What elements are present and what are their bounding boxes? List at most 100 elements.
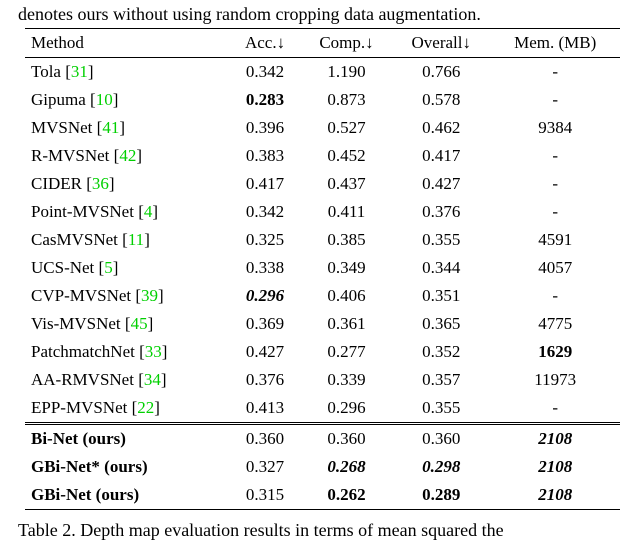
col-overall: Overall↓ bbox=[392, 28, 490, 57]
mem-cell: 4775 bbox=[490, 310, 620, 338]
comp-cell: 0.360 bbox=[301, 423, 392, 453]
citation-link[interactable]: 36 bbox=[92, 174, 109, 193]
overall-cell: 0.355 bbox=[392, 226, 490, 254]
citation-link[interactable]: 45 bbox=[131, 314, 148, 333]
overall-cell: 0.376 bbox=[392, 198, 490, 226]
acc-cell: 0.342 bbox=[229, 57, 301, 86]
mem-cell: - bbox=[490, 57, 620, 86]
table-row-ours: Bi-Net (ours)0.3600.3600.3602108 bbox=[25, 423, 620, 453]
acc-cell: 0.417 bbox=[229, 170, 301, 198]
table-row: CasMVSNet [11]0.3250.3850.3554591 bbox=[25, 226, 620, 254]
citation-link[interactable]: 10 bbox=[96, 90, 113, 109]
overall-cell: 0.417 bbox=[392, 142, 490, 170]
acc-cell: 0.376 bbox=[229, 366, 301, 394]
method-cell: Gipuma [10] bbox=[25, 86, 229, 114]
table-row-ours: GBi-Net (ours)0.3150.2620.2892108 bbox=[25, 481, 620, 510]
method-cell: Point-MVSNet [4] bbox=[25, 198, 229, 226]
overall-cell: 0.344 bbox=[392, 254, 490, 282]
method-cell: UCS-Net [5] bbox=[25, 254, 229, 282]
table-row: Point-MVSNet [4]0.3420.4110.376- bbox=[25, 198, 620, 226]
overall-cell: 0.351 bbox=[392, 282, 490, 310]
acc-cell: 0.296 bbox=[229, 282, 301, 310]
table-header-row: Method Acc.↓ Comp.↓ Overall↓ Mem. (MB) bbox=[25, 28, 620, 57]
acc-cell: 0.427 bbox=[229, 338, 301, 366]
overall-cell: 0.289 bbox=[392, 481, 490, 510]
caption-prefix: Table 2. bbox=[18, 520, 80, 540]
acc-cell: 0.369 bbox=[229, 310, 301, 338]
acc-cell: 0.396 bbox=[229, 114, 301, 142]
table-caption: Table 2. Depth map evaluation results in… bbox=[0, 510, 640, 541]
acc-cell: 0.315 bbox=[229, 481, 301, 510]
citation-link[interactable]: 42 bbox=[119, 146, 136, 165]
overall-cell: 0.357 bbox=[392, 366, 490, 394]
mem-cell: - bbox=[490, 198, 620, 226]
citation-link[interactable]: 31 bbox=[71, 62, 88, 81]
method-cell: CIDER [36] bbox=[25, 170, 229, 198]
mem-cell: 11973 bbox=[490, 366, 620, 394]
col-method: Method bbox=[25, 28, 229, 57]
table-row: R-MVSNet [42]0.3830.4520.417- bbox=[25, 142, 620, 170]
overall-cell: 0.298 bbox=[392, 453, 490, 481]
comp-cell: 0.385 bbox=[301, 226, 392, 254]
comp-cell: 0.268 bbox=[301, 453, 392, 481]
comp-cell: 0.296 bbox=[301, 394, 392, 424]
results-table: Method Acc.↓ Comp.↓ Overall↓ Mem. (MB) T… bbox=[25, 28, 620, 510]
citation-link[interactable]: 33 bbox=[145, 342, 162, 361]
method-cell: R-MVSNet [42] bbox=[25, 142, 229, 170]
table-row: Gipuma [10]0.2830.8730.578- bbox=[25, 86, 620, 114]
overall-cell: 0.352 bbox=[392, 338, 490, 366]
overall-cell: 0.365 bbox=[392, 310, 490, 338]
comp-cell: 0.361 bbox=[301, 310, 392, 338]
method-cell: Vis-MVSNet [45] bbox=[25, 310, 229, 338]
table-row: Vis-MVSNet [45]0.3690.3610.3654775 bbox=[25, 310, 620, 338]
comp-cell: 0.406 bbox=[301, 282, 392, 310]
overall-cell: 0.766 bbox=[392, 57, 490, 86]
mem-cell: 2108 bbox=[490, 453, 620, 481]
mem-cell: 2108 bbox=[490, 481, 620, 510]
comp-cell: 1.190 bbox=[301, 57, 392, 86]
comp-cell: 0.411 bbox=[301, 198, 392, 226]
caption-above: denotes ours without using random croppi… bbox=[0, 0, 640, 26]
overall-cell: 0.462 bbox=[392, 114, 490, 142]
comp-cell: 0.277 bbox=[301, 338, 392, 366]
method-cell: AA-RMVSNet [34] bbox=[25, 366, 229, 394]
method-cell: MVSNet [41] bbox=[25, 114, 229, 142]
method-cell: Tola [31] bbox=[25, 57, 229, 86]
method-cell: GBi-Net (ours) bbox=[25, 481, 229, 510]
mem-cell: - bbox=[490, 394, 620, 424]
method-cell: CVP-MVSNet [39] bbox=[25, 282, 229, 310]
table-row: CIDER [36]0.4170.4370.427- bbox=[25, 170, 620, 198]
citation-link[interactable]: 34 bbox=[144, 370, 161, 389]
acc-cell: 0.383 bbox=[229, 142, 301, 170]
acc-cell: 0.360 bbox=[229, 423, 301, 453]
caption-text: Depth map evaluation results in terms of… bbox=[80, 520, 503, 540]
mem-cell: - bbox=[490, 142, 620, 170]
comp-cell: 0.873 bbox=[301, 86, 392, 114]
method-cell: CasMVSNet [11] bbox=[25, 226, 229, 254]
citation-link[interactable]: 11 bbox=[128, 230, 144, 249]
method-cell: PatchmatchNet [33] bbox=[25, 338, 229, 366]
mem-cell: 1629 bbox=[490, 338, 620, 366]
citation-link[interactable]: 4 bbox=[144, 202, 153, 221]
comp-cell: 0.339 bbox=[301, 366, 392, 394]
comp-cell: 0.262 bbox=[301, 481, 392, 510]
overall-cell: 0.360 bbox=[392, 423, 490, 453]
acc-cell: 0.325 bbox=[229, 226, 301, 254]
citation-link[interactable]: 39 bbox=[141, 286, 158, 305]
method-cell: Bi-Net (ours) bbox=[25, 423, 229, 453]
col-mem: Mem. (MB) bbox=[490, 28, 620, 57]
citation-link[interactable]: 5 bbox=[104, 258, 113, 277]
overall-cell: 0.427 bbox=[392, 170, 490, 198]
overall-cell: 0.578 bbox=[392, 86, 490, 114]
comp-cell: 0.437 bbox=[301, 170, 392, 198]
table-row: MVSNet [41]0.3960.5270.4629384 bbox=[25, 114, 620, 142]
comp-cell: 0.349 bbox=[301, 254, 392, 282]
acc-cell: 0.413 bbox=[229, 394, 301, 424]
overall-cell: 0.355 bbox=[392, 394, 490, 424]
table-row-ours: GBi-Net* (ours)0.3270.2680.2982108 bbox=[25, 453, 620, 481]
citation-link[interactable]: 22 bbox=[137, 398, 154, 417]
mem-cell: 4057 bbox=[490, 254, 620, 282]
acc-cell: 0.342 bbox=[229, 198, 301, 226]
citation-link[interactable]: 41 bbox=[102, 118, 119, 137]
col-comp: Comp.↓ bbox=[301, 28, 392, 57]
